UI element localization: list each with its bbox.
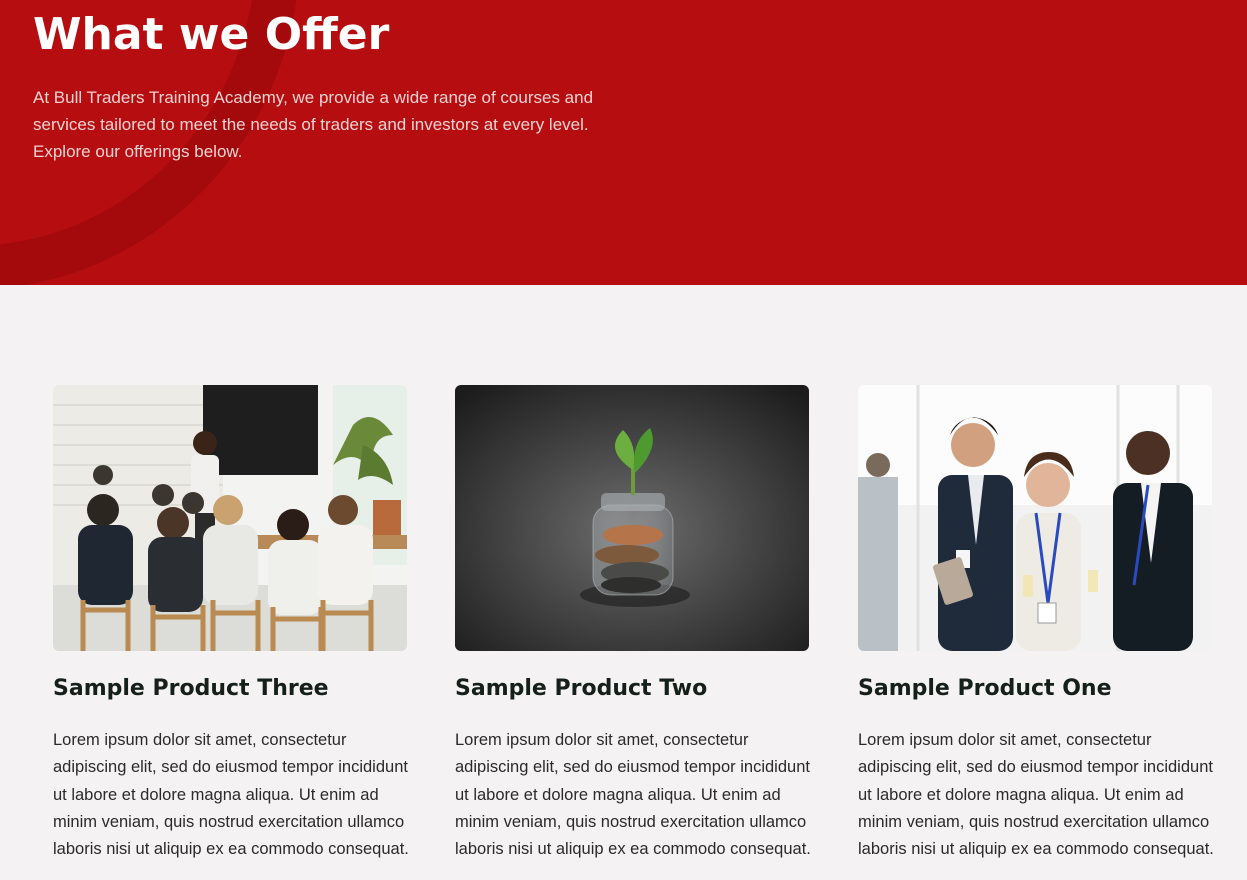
business-networking-image[interactable] <box>858 385 1212 651</box>
product-title[interactable]: Sample Product Two <box>455 674 815 704</box>
classroom-training-image[interactable] <box>53 385 407 651</box>
networking-photo-illustration <box>858 385 1212 651</box>
hero-banner: What we Offer At Bull Traders Training A… <box>0 0 1247 285</box>
hero-description: At Bull Traders Training Academy, we pro… <box>33 88 594 161</box>
coin-jar-image[interactable] <box>455 385 809 651</box>
product-card-one[interactable]: Sample Product One Lorem ipsum dolor sit… <box>858 385 1214 858</box>
product-description: Lorem ipsum dolor sit amet, consectetur … <box>455 731 811 859</box>
product-title[interactable]: Sample Product One <box>858 674 1218 704</box>
product-title[interactable]: Sample Product Three <box>53 674 413 704</box>
classroom-photo-illustration <box>53 385 407 651</box>
product-description: Lorem ipsum dolor sit amet, consectetur … <box>53 731 409 859</box>
product-description: Lorem ipsum dolor sit amet, consectetur … <box>858 731 1214 859</box>
page-title: What we Offer <box>33 9 390 60</box>
product-card-three[interactable]: Sample Product Three Lorem ipsum dolor s… <box>53 385 409 858</box>
product-card-two[interactable]: Sample Product Two Lorem ipsum dolor sit… <box>455 385 811 858</box>
coin-jar-photo-illustration <box>455 385 809 651</box>
